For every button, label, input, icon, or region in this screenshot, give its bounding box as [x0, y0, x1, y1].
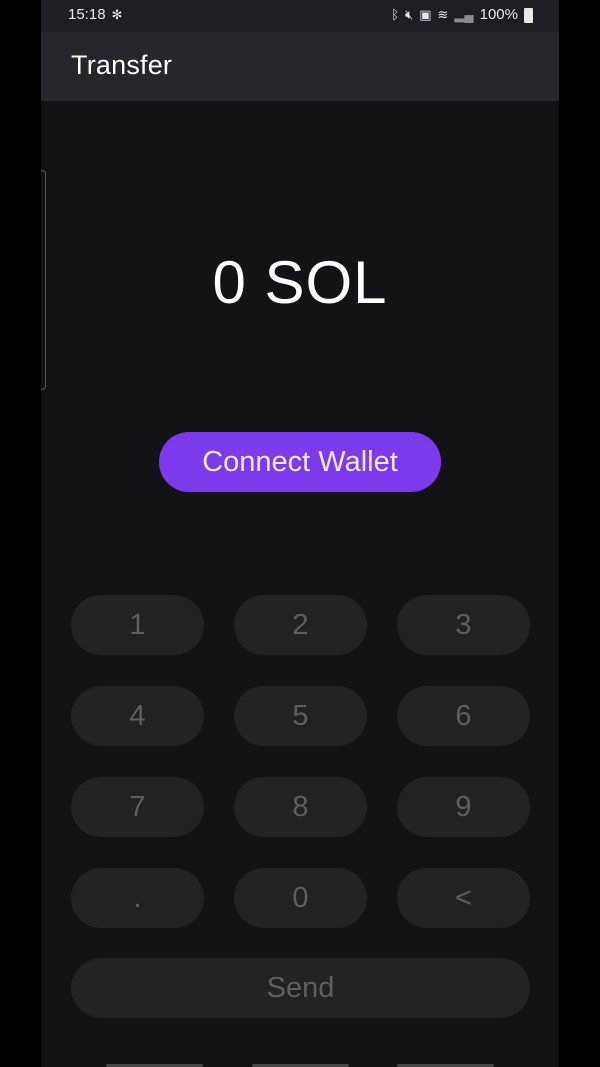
status-right: ᛒ 🔇︎ ▣ ≋ ▂▄ 100% [391, 6, 533, 23]
status-time: 15:18 [68, 6, 106, 23]
sim-lock-icon: ▣ [419, 7, 432, 22]
key-7[interactable]: 7 [71, 777, 204, 837]
bluetooth-icon: ᛒ [391, 7, 399, 22]
key-6[interactable]: 6 [397, 686, 530, 746]
app-bar: Transfer [41, 32, 559, 101]
key-8[interactable]: 8 [234, 777, 367, 837]
navigation-bar [41, 1037, 559, 1067]
key-backspace[interactable]: < [397, 868, 530, 928]
signal-icon: ▂▄ [454, 7, 474, 22]
send-button[interactable]: Send [71, 958, 530, 1018]
key-5[interactable]: 5 [234, 686, 367, 746]
page-title: Transfer [71, 50, 173, 80]
status-left: 15:18 ✻ [68, 6, 122, 23]
mute-icon: 🔇︎ [405, 7, 414, 22]
key-9[interactable]: 9 [397, 777, 530, 837]
balance-display: 0 SOL [212, 249, 388, 316]
phone-screen: 15:18 ✻ ᛒ 🔇︎ ▣ ≋ ▂▄ 100% Transfer 0 SOL … [41, 0, 559, 1067]
key-0[interactable]: 0 [234, 868, 367, 928]
wifi-icon: ≋ [437, 7, 449, 22]
key-1[interactable]: 1 [71, 595, 204, 655]
connect-wallet-button[interactable]: Connect Wallet [159, 432, 441, 492]
key-decimal[interactable]: . [71, 868, 204, 928]
battery-icon [524, 8, 533, 23]
key-4[interactable]: 4 [71, 686, 204, 746]
key-3[interactable]: 3 [397, 595, 530, 655]
pinwheel-icon: ✻ [111, 7, 123, 22]
status-bar: 15:18 ✻ ᛒ 🔇︎ ▣ ≋ ▂▄ 100% [41, 0, 559, 32]
key-2[interactable]: 2 [234, 595, 367, 655]
battery-text: 100% [479, 6, 518, 23]
